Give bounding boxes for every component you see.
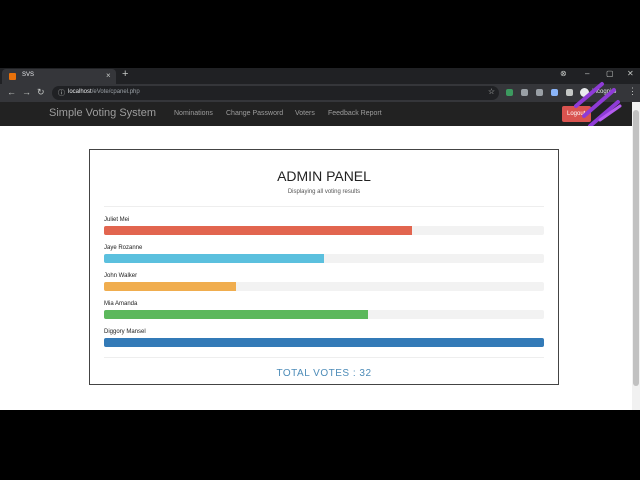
result-bar-fill	[104, 338, 544, 347]
record-icon[interactable]: ⊗	[560, 69, 567, 78]
reload-icon[interactable]: ↻	[37, 87, 45, 98]
candidate-name: Juliet Mei	[104, 217, 130, 223]
candidate-name: Jaye Rozanne	[104, 245, 143, 251]
admin-panel: ADMIN PANEL Displaying all voting result…	[89, 149, 559, 385]
forward-icon[interactable]: →	[22, 87, 31, 97]
page-content: ADMIN PANEL Displaying all voting result…	[0, 126, 632, 410]
new-tab-icon[interactable]: +	[122, 68, 128, 80]
result-bar-fill	[104, 226, 412, 235]
extension-icon[interactable]	[506, 89, 513, 96]
result-bar-track	[104, 338, 544, 347]
result-bar-track	[104, 226, 544, 235]
nav-feedback-report[interactable]: Feedback Report	[328, 110, 382, 117]
watermark-logo-icon	[574, 82, 622, 128]
nav-change-password[interactable]: Change Password	[226, 110, 283, 117]
bookmark-star-icon[interactable]: ☆	[488, 87, 495, 96]
result-bar-fill	[104, 310, 368, 319]
screen: SVS × + ⊗ – ▢ ✕ ← → ↻ ⓘ localhost/eVote/…	[0, 0, 640, 480]
url-text: localhost/eVote/cpanel.php	[68, 89, 140, 95]
scrollbar-thumb[interactable]	[633, 110, 639, 386]
divider	[104, 206, 544, 207]
site-navbar: Simple Voting System Nominations Change …	[0, 102, 640, 126]
panel-title: ADMIN PANEL	[277, 168, 371, 184]
result-bar-track	[104, 254, 544, 263]
nav-nominations[interactable]: Nominations	[174, 110, 213, 117]
result-bar-fill	[104, 282, 236, 291]
browser-toolbar: ← → ↻ ⓘ localhost/eVote/cpanel.php ☆	[0, 84, 640, 102]
tab-title: SVS	[22, 72, 35, 78]
extension-icon[interactable]	[536, 89, 543, 96]
candidate-name: John Walker	[104, 273, 138, 279]
nav-voters[interactable]: Voters	[295, 110, 315, 117]
close-window-icon[interactable]: ✕	[627, 69, 634, 78]
favicon-icon	[9, 73, 16, 80]
menu-icon[interactable]: ⋮	[628, 86, 637, 97]
browser-tab-strip: SVS × + ⊗ – ▢ ✕	[0, 68, 640, 84]
browser-tab[interactable]: SVS ×	[2, 69, 116, 84]
tab-close-icon[interactable]: ×	[106, 71, 111, 80]
extension-icon[interactable]	[521, 89, 528, 96]
extension-icon[interactable]	[551, 89, 558, 96]
scrollbar[interactable]	[632, 102, 640, 410]
result-bar-track	[104, 310, 544, 319]
result-bar-track	[104, 282, 544, 291]
divider	[104, 357, 544, 358]
back-icon[interactable]: ←	[7, 87, 16, 97]
candidate-name: Diggory Mansel	[104, 329, 146, 335]
brand-title[interactable]: Simple Voting System	[49, 107, 156, 119]
result-bar-fill	[104, 254, 324, 263]
candidate-name: Mia Amanda	[104, 301, 138, 307]
panel-subtitle: Displaying all voting results	[287, 189, 361, 195]
total-votes: TOTAL VOTES : 32	[276, 368, 372, 379]
address-bar[interactable]: ⓘ localhost/eVote/cpanel.php ☆	[52, 86, 499, 100]
info-icon[interactable]: ⓘ	[58, 88, 65, 98]
